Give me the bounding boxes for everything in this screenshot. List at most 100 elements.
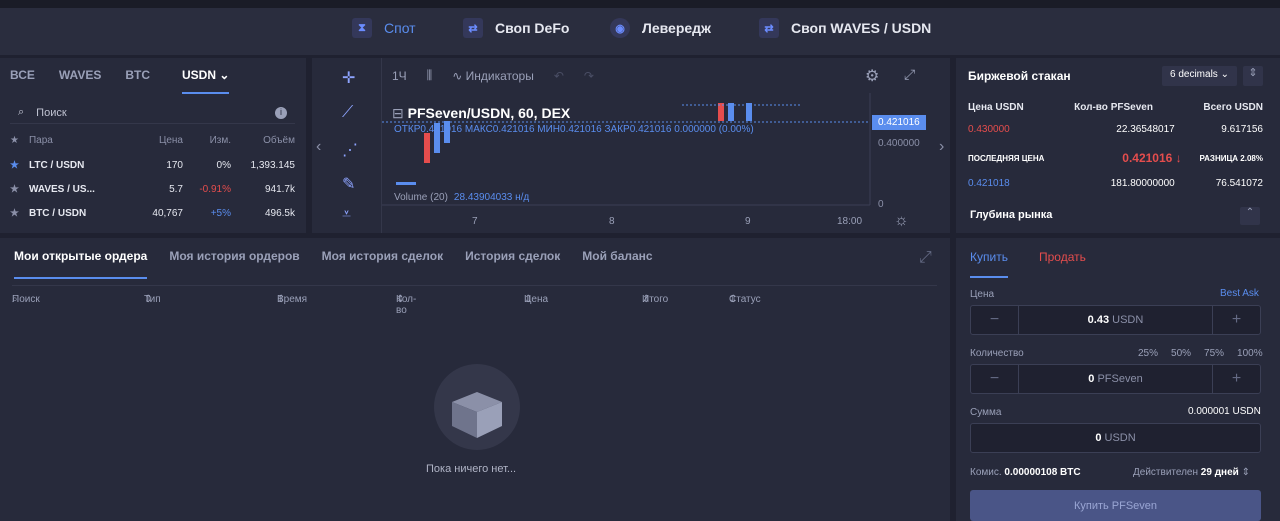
col-time[interactable]: Время ⇕	[277, 294, 307, 305]
drawing-toolbar: ✛ ⟋ ⋰ ✎ ⩡	[312, 58, 382, 233]
qty-field[interactable]: − 0 PFSeven +	[970, 364, 1261, 394]
chevron-left-icon[interactable]: ‹	[316, 138, 321, 156]
pair: LTC / USDN	[28, 160, 85, 171]
tab-buy[interactable]: Купить	[970, 250, 1008, 278]
market-row[interactable]: ★ LTC / USDN 170 0% 1,393.145	[10, 160, 295, 171]
price: 5.7	[169, 184, 183, 195]
pct-100[interactable]: 100%	[1237, 348, 1263, 359]
tab-label: Своп WAVES / USDN	[791, 20, 932, 36]
leverage-icon: ◉	[610, 18, 630, 38]
tab-label: Левередж	[642, 20, 711, 36]
sum-input[interactable]: 0	[1095, 432, 1101, 444]
brush-tool-icon[interactable]: ✎	[342, 174, 355, 194]
qty-percent-buttons: 25% 50% 75% 100%	[1138, 348, 1263, 359]
chart-symbol[interactable]: ⊟ PFSeven/USDN, 60, DEX	[392, 105, 570, 122]
col-pair[interactable]: Пара	[29, 135, 53, 146]
chevron-right-icon[interactable]: ›	[939, 138, 944, 156]
price-tick: 0.400000	[878, 138, 920, 149]
fee-row: Комис. 0.00000108 BTC	[970, 467, 1081, 478]
market-row[interactable]: ★ WAVES / US... 5.7 -0.91% 941.7k	[10, 184, 295, 195]
tab-sell[interactable]: Продать	[1039, 250, 1086, 264]
pct-50[interactable]: 50%	[1171, 348, 1191, 359]
decimals-value: 6 decimals	[1170, 69, 1218, 80]
validity-select[interactable]: Действителен 29 дней ⇕	[1133, 467, 1250, 478]
col-volume[interactable]: Объём	[231, 135, 295, 146]
tab-btc[interactable]: BTC	[125, 68, 150, 94]
chart-panel: ✛ ⟋ ⋰ ✎ ⩡ 1Ч ⫼ ∿ Индикаторы ↶ ↷ ⚙ ⤢ ⊟ PF…	[312, 58, 950, 233]
col-price[interactable]: Цена	[138, 135, 183, 146]
col-total[interactable]: Итого ⇕	[642, 294, 668, 305]
price-field[interactable]: − 0.43 USDN +	[970, 305, 1261, 335]
redo-icon[interactable]: ↷	[584, 69, 594, 83]
qty-input[interactable]: 0	[1088, 373, 1094, 385]
star-icon[interactable]: ★	[10, 184, 19, 195]
collapse-icon[interactable]: ⊟	[392, 105, 404, 121]
fib-tool-icon[interactable]: ⋰	[342, 140, 358, 160]
orders-header: ⌕ Поиск Тип ⇕ Время ⇕ Кол-во ⇕ Цена ⇕ Ит…	[12, 285, 937, 316]
ohlc-readout: ОТКР0.421016 МАКС0.421016 МИН0.421016 ЗА…	[394, 124, 754, 135]
col-label: Цена	[524, 294, 549, 305]
col-price[interactable]: Цена ⇕	[524, 294, 548, 305]
tab-open-orders[interactable]: Мои открытые ордера	[14, 249, 148, 279]
fullscreen-icon[interactable]: ⤢	[904, 66, 915, 83]
orderbook-panel: Биржевой стакан 6 decimals ⌄ ⇕ Цена USDN…	[956, 58, 1280, 233]
markets-panel: ВСЕ WAVES BTC USDN ⌄ ⌕ Поиск i ★ Пара Цена …	[0, 58, 306, 233]
price-input[interactable]: 0.43	[1088, 314, 1109, 326]
tab-order-history[interactable]: Моя история ордеров	[169, 249, 299, 279]
col-qty[interactable]: Кол-во ⇕	[396, 294, 416, 316]
minus-icon[interactable]: −	[971, 365, 1019, 393]
swap-icon: ⇄	[463, 18, 483, 38]
plus-icon[interactable]: +	[1212, 365, 1260, 393]
search-input[interactable]: Поиск	[12, 294, 40, 305]
line-tool-icon[interactable]: ⟋	[342, 104, 353, 122]
indicators-button[interactable]: ∿ Индикаторы	[452, 69, 534, 83]
chevron-up-icon[interactable]: ⌃	[1240, 207, 1260, 225]
indicators-label: Индикаторы	[465, 68, 534, 83]
search-input[interactable]: Поиск	[36, 107, 66, 119]
plus-icon[interactable]: +	[1212, 306, 1260, 334]
sum-field[interactable]: 0 USDN	[970, 423, 1261, 453]
col-change[interactable]: Изм.	[183, 135, 231, 146]
tab-usdn[interactable]: USDN ⌄	[182, 68, 230, 94]
tab-trade-history[interactable]: История сделок	[465, 249, 560, 279]
measure-tool-icon[interactable]: ⩡	[342, 206, 351, 224]
volume-label: Volume (20)	[394, 192, 448, 203]
ask-row[interactable]: 0.430000 22.36548017 9.617156	[968, 124, 1263, 135]
sum-unit: USDN	[1104, 432, 1136, 444]
tab-leverage[interactable]: ◉ Левередж	[610, 18, 711, 38]
col-type[interactable]: Тип ⇕	[144, 294, 161, 305]
collapse-icon[interactable]: ⇕	[1243, 66, 1263, 86]
crosshair-icon[interactable]: ✛	[342, 68, 355, 88]
decimals-select[interactable]: 6 decimals ⌄	[1162, 66, 1237, 86]
star-icon[interactable]: ★	[10, 160, 19, 171]
tab-swap-waves[interactable]: ⇄ Своп WAVES / USDN	[759, 18, 931, 38]
tab-my-trades[interactable]: Моя история сделок	[322, 249, 443, 279]
market-row[interactable]: ★ BTC / USDN 40,767 +5% 496.5k	[10, 208, 295, 219]
market-depth-title[interactable]: Глубина рынка	[970, 209, 1052, 221]
col-status[interactable]: Статус ⇕	[729, 294, 761, 305]
tab-all[interactable]: ВСЕ	[10, 68, 35, 94]
top-nav: ⧗ Спот ⇄ Своп DeFo ◉ Левередж ⇄ Своп WAVES /…	[0, 0, 1280, 55]
info-icon[interactable]: i	[275, 106, 287, 119]
settings-icon[interactable]: ☼	[894, 212, 909, 230]
best-ask-link[interactable]: Best Ask	[1220, 288, 1259, 299]
interval-button[interactable]: 1Ч	[392, 69, 407, 83]
star-icon[interactable]: ★	[10, 208, 19, 219]
tab-swap-defo[interactable]: ⇄ Своп DeFo	[463, 18, 569, 38]
tab-waves[interactable]: WAVES	[59, 68, 101, 94]
pct-75[interactable]: 75%	[1204, 348, 1224, 359]
minus-icon[interactable]: −	[971, 306, 1019, 334]
undo-icon[interactable]: ↶	[554, 69, 564, 83]
candles-icon[interactable]: ⫼	[427, 68, 433, 83]
expand-icon[interactable]: ⤢	[919, 249, 932, 267]
tab-balance[interactable]: Мой баланс	[582, 249, 652, 279]
ask-qty: 22.36548017	[1116, 124, 1175, 135]
gear-icon[interactable]: ⚙	[865, 66, 879, 86]
tab-spot[interactable]: ⧗ Спот	[352, 18, 416, 38]
market-search[interactable]: ⌕ Поиск i	[10, 102, 295, 124]
buy-button[interactable]: Купить PFSeven	[970, 490, 1261, 521]
time-tick: 9	[745, 216, 751, 227]
bid-row[interactable]: 0.421018 181.80000000 76.541072	[968, 178, 1263, 189]
pct-25[interactable]: 25%	[1138, 348, 1158, 359]
candle	[718, 103, 724, 121]
